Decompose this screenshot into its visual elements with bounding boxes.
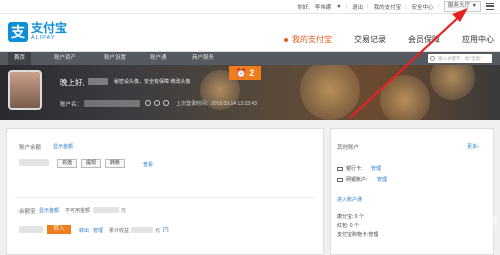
menu-icon[interactable] <box>486 3 494 10</box>
subnav-settings[interactable]: 账户设置 <box>104 52 126 65</box>
net-bank-row: 网银账户: <box>337 176 367 183</box>
security-center-link[interactable]: 安全中心 <box>412 3 434 11</box>
alarm-icon: ⏰ <box>235 68 247 78</box>
hongbao-count: 红包: 0 个 <box>337 223 359 229</box>
separator: | <box>345 3 348 10</box>
balance-label: 账户余额 <box>19 145 42 151</box>
bokeh-light <box>300 65 360 120</box>
nav-app-center[interactable]: 应用中心 <box>462 34 494 45</box>
total-earnings-label: 累计收益 <box>109 228 130 234</box>
subnav-merchant[interactable]: 商户服务 <box>192 52 214 65</box>
avatar-tip[interactable]: 秘密设头像，安全有保障 修改头像 <box>114 78 190 85</box>
withdraw-button[interactable]: 提现 <box>81 159 101 168</box>
blurred-name <box>88 78 108 85</box>
separator: | <box>405 3 407 10</box>
email-icon[interactable] <box>163 100 169 106</box>
nav-transactions[interactable]: 交易记录 <box>354 34 386 45</box>
yuan-suffix: 元 <box>121 208 127 214</box>
blurred-yuebao <box>19 226 43 233</box>
bokeh-light <box>380 75 430 120</box>
transfer-in-button[interactable]: 转入 <box>47 225 71 234</box>
subnav-assets[interactable]: 账户资产 <box>54 52 76 65</box>
alipay-logo-mark: 支 <box>8 22 28 42</box>
greeting-heading: 晚上好, <box>60 78 85 87</box>
bank-card-manage-link[interactable]: 管理 <box>371 165 381 172</box>
nav-my-alipay[interactable]: 我的支付宝 <box>284 34 332 45</box>
other-accounts-title: 其他账户 <box>337 145 360 151</box>
recharge-button[interactable]: 充值 <box>57 159 77 168</box>
bokeh-light <box>430 65 475 100</box>
baidu-watermark: Baidu 经验 <box>420 200 498 240</box>
avatar[interactable] <box>8 70 42 110</box>
username-link[interactable]: 李伟娜 <box>315 3 332 11</box>
nav-label: 我的支付宝 <box>292 35 332 44</box>
enter-account-link[interactable]: 进入账户通 <box>337 196 362 203</box>
blurred-unavailable <box>93 207 119 213</box>
view-link[interactable]: 查看 <box>143 161 153 168</box>
blurred-balance <box>19 159 49 166</box>
logo-en: ALIPAY <box>31 35 56 41</box>
separator: | <box>367 3 369 10</box>
alipay-logo[interactable]: 支 支付宝 ALIPAY <box>8 22 67 42</box>
top-utility-bar: 你好, 李伟娜 ▼ | 退出 | 我的支付宝 | 安全中心 | 服务大厅 ▼ <box>0 0 500 14</box>
logo-text: 支付宝 ALIPAY <box>31 22 67 42</box>
divider <box>15 197 315 198</box>
unavailable-amount-label: 不可用金额 <box>65 208 91 214</box>
message-count: 2 <box>249 68 255 78</box>
show-balance-link[interactable]: 显示金额 <box>53 143 73 150</box>
net-bank-manage-link[interactable]: 管理 <box>377 176 387 183</box>
search-input[interactable]: 输入关键字，如"还款" <box>428 54 492 63</box>
logout-link[interactable]: 退出 <box>352 3 363 11</box>
manage-link[interactable]: 管理 <box>93 227 103 234</box>
transfer-button[interactable]: 转账 <box>105 159 125 168</box>
net-bank-icon <box>337 177 343 182</box>
message-badge[interactable]: ⏰ 2 <box>229 66 261 80</box>
yuebao-label: 余额宝 <box>19 209 36 215</box>
sub-nav: 首页 账户资产 账户设置 账户通 商户服务 输入关键字，如"还款" <box>0 52 500 65</box>
assets-panel: 账户余额 显示金额 充值 提现 转账 查看 余额宝 显示金额 不可用金额 元 转… <box>6 128 324 255</box>
yuan-unit: 元 <box>155 228 161 234</box>
subnav-account-link[interactable]: 账户通 <box>150 52 167 65</box>
net-bank-label: 网银账户: <box>346 177 368 183</box>
blurred-account <box>84 100 140 107</box>
transfer-out-link[interactable]: 转出 <box>79 227 89 234</box>
greeting-text: 你好, <box>297 4 310 11</box>
user-menu-caret[interactable]: ▼ <box>336 4 341 10</box>
logo-cn: 支付宝 <box>31 21 68 35</box>
user-banner: 晚上好, 秘密设头像，安全有保障 修改头像 账户名： 上次登录时间：2019.0… <box>0 65 500 120</box>
active-dot-icon <box>284 37 288 42</box>
header: 支 支付宝 ALIPAY 我的支付宝 交易记录 会员保障 应用中心 <box>0 14 500 52</box>
chevron-down-icon: ▼ <box>471 3 477 9</box>
subnav-home[interactable]: 首页 <box>8 52 32 65</box>
search-placeholder: 输入关键字，如"还款" <box>438 56 482 61</box>
account-label: 账户名： <box>60 102 83 108</box>
phone-icon[interactable] <box>154 100 160 106</box>
kuaijie-count: 康分宝: 0 个 <box>337 214 364 220</box>
main-nav: 我的支付宝 交易记录 会员保障 应用中心 <box>262 34 494 45</box>
service-hall-label: 服务大厅 <box>448 3 471 9</box>
shopping-card-row[interactable]: 支付宝购物卡:管理 <box>337 231 378 238</box>
bank-card-row: 银行卡: <box>337 165 362 172</box>
account-icons <box>145 100 172 106</box>
more-link[interactable]: 更多› <box>467 143 479 150</box>
bank-card-label: 银行卡: <box>346 166 363 172</box>
separator: | <box>437 3 439 10</box>
my-alipay-link[interactable]: 我的支付宝 <box>374 3 402 11</box>
nav-member-protection[interactable]: 会员保障 <box>408 34 440 45</box>
identity-icon[interactable] <box>145 100 151 106</box>
blurred-earnings <box>131 227 153 233</box>
last-login-time: 上次登录时间：2019.03.14 13:33:43 <box>176 101 257 107</box>
service-hall-button[interactable]: 服务大厅 ▼ <box>444 1 481 12</box>
search-icon <box>430 55 435 61</box>
watermark-text: Baidu 经验 <box>452 216 498 226</box>
show-yuebao-link[interactable]: 显示金额 <box>39 207 59 214</box>
help-icon[interactable]: [?] <box>163 227 169 233</box>
bank-card-icon <box>337 166 343 171</box>
